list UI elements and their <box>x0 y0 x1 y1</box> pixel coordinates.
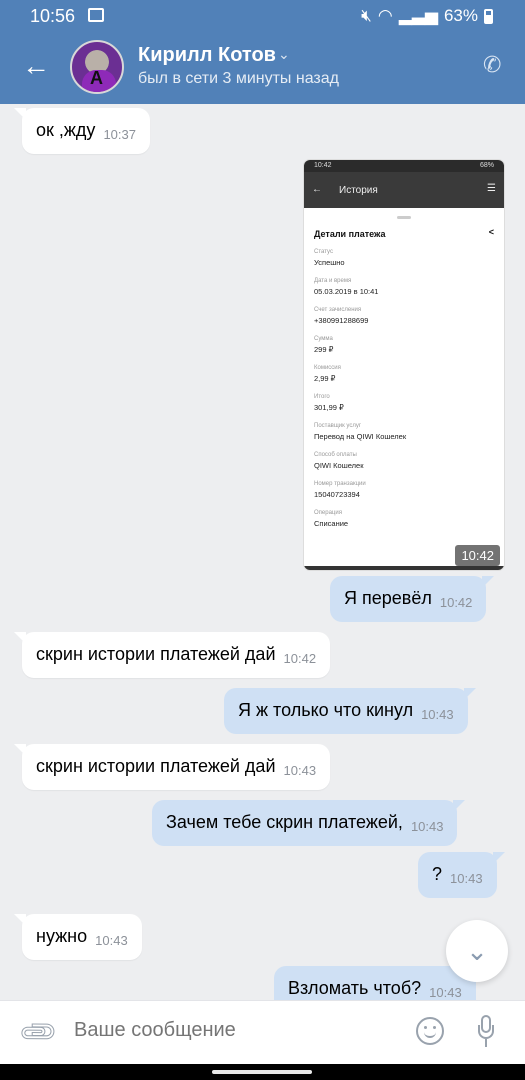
share-icon: < <box>488 227 494 237</box>
message-text: Я ж только что кинул <box>238 700 414 720</box>
attachment-time: 10:42 <box>455 545 500 566</box>
message-input[interactable] <box>74 1019 394 1042</box>
message-outgoing[interactable]: Я перевёл 10:42 <box>330 576 495 622</box>
field: Итого 301,99 ₽ <box>314 394 344 412</box>
message-time: 10:42 <box>439 595 473 610</box>
message-text: ? <box>432 864 443 884</box>
chevron-down-icon[interactable]: ⌄ <box>278 46 290 63</box>
message-time: 10:37 <box>103 127 136 142</box>
attachment-screen-title: История <box>339 185 378 196</box>
message-time: 10:43 <box>95 933 128 948</box>
attachment-status-time: 10:42 <box>314 162 332 169</box>
attach-icon[interactable]: 📎︎ <box>16 1010 61 1055</box>
status-bar: 10:56 🔇︎ ◠ ▂▃▅ 63% <box>0 0 525 34</box>
message-outgoing[interactable]: Взломать чтоб? 10:43 <box>274 966 484 1000</box>
message-outgoing[interactable]: ? 10:43 <box>418 852 505 898</box>
field: Сумма 299 ₽ <box>314 336 334 354</box>
battery-icon <box>484 8 493 24</box>
system-nav-bar <box>0 1064 525 1080</box>
field: Дата и время 05.03.2019 в 10:41 <box>314 278 379 296</box>
mute-icon: 🔇︎ <box>361 6 372 25</box>
field: Поставщик услуг Перевод на QIWI Кошелек <box>314 423 407 441</box>
message-text: ок ,жду <box>36 120 96 140</box>
attachment-status-bar: 10:42 68% <box>304 160 504 172</box>
home-indicator[interactable] <box>212 1070 312 1074</box>
message-text: скрин истории платежей дай <box>36 644 276 664</box>
message-time: 10:43 <box>421 707 454 722</box>
wifi-icon: ◠ <box>377 6 393 25</box>
message-time: 10:43 <box>429 985 462 1000</box>
field: Комиссия 2,99 ₽ <box>314 365 341 383</box>
message-text: скрин истории платежей дай <box>36 756 276 776</box>
message-time: 10:43 <box>410 819 444 834</box>
message-time: 10:43 <box>283 763 317 778</box>
drag-handle <box>397 216 411 219</box>
screenshot-attachment[interactable]: 10:42 68% ← История ☰ Детали платежа < Ст… <box>304 160 504 570</box>
back-arrow-icon: ← <box>312 184 322 195</box>
message-incoming[interactable]: ок ,жду 10:37 <box>14 108 150 154</box>
filter-icon: ☰ <box>487 183 496 194</box>
message-time: 10:42 <box>283 651 317 666</box>
message-text: Взломать чтоб? <box>288 978 422 998</box>
chat-history[interactable]: ок ,жду 10:37 10:42 68% ← История ☰ Детал… <box>0 104 525 1000</box>
signal-icon: ▂▃▅ <box>398 6 438 25</box>
message-incoming[interactable]: скрин истории платежей дай 10:43 <box>13 744 331 790</box>
message-time: 10:43 <box>450 871 483 886</box>
status-right: 🔇︎ ◠ ▂▃▅ 63% <box>361 6 493 26</box>
message-composer: 📎︎ <box>0 1000 525 1064</box>
field: Способ оплаты QIWI Кошелек <box>314 452 364 470</box>
attachment-status-right: 68% <box>479 162 494 169</box>
last-seen: был в сети 3 минуты назад <box>138 70 339 87</box>
message-incoming[interactable]: скрин истории платежей дай 10:42 <box>13 632 331 678</box>
phone-icon[interactable]: ✆ <box>483 52 507 77</box>
scroll-down-icon[interactable]: ⌄ <box>446 920 508 982</box>
mic-icon[interactable] <box>478 1015 494 1049</box>
status-time: 10:56 <box>30 6 76 26</box>
field: Статус Успешно <box>314 249 345 267</box>
field: Операция Списание <box>314 510 349 528</box>
avatar[interactable]: A <box>70 40 124 94</box>
attachment-header: ← История ☰ <box>304 172 504 208</box>
attachment-panel-title: Детали платежа < <box>314 227 494 239</box>
message-text: нужно <box>36 926 88 946</box>
message-text: Я перевёл <box>344 588 432 608</box>
message-text: Зачем тебе скрин платежей, <box>166 812 403 832</box>
field: Счет зачисления +380991288699 <box>314 307 369 325</box>
battery-text: 63% <box>443 6 478 25</box>
message-outgoing[interactable]: Зачем тебе скрин платежей, 10:43 <box>152 800 466 846</box>
message-outgoing[interactable]: Я ж только что кинул 10:43 <box>224 688 476 734</box>
field: Номер транзакции 15040723394 <box>314 481 366 499</box>
app-header: 10:56 🔇︎ ◠ ▂▃▅ 63% ← A Кирилл Котов ⌄ бы… <box>0 0 525 104</box>
image-icon <box>88 8 104 22</box>
message-incoming[interactable]: нужно 10:43 <box>14 914 142 960</box>
contact-name[interactable]: Кирилл Котов <box>138 44 276 67</box>
back-arrow-icon[interactable]: ← <box>22 52 52 82</box>
emoji-icon[interactable] <box>416 1017 444 1045</box>
